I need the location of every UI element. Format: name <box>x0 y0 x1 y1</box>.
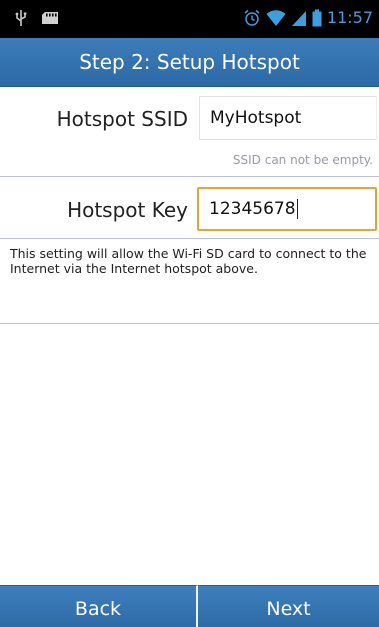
status-time: 11:57 <box>326 8 373 27</box>
usb-icon <box>14 9 28 27</box>
status-left-icons <box>14 9 60 27</box>
key-input-value: 12345678 <box>209 199 296 219</box>
divider <box>0 323 379 324</box>
next-button[interactable]: Next <box>198 585 379 627</box>
description-text: This setting will allow the Wi-Fi SD car… <box>10 246 367 276</box>
status-right-icons: 11:57 <box>243 8 373 28</box>
wifi-icon <box>266 9 286 27</box>
title-bar: Step 2: Setup Hotspot <box>0 38 379 87</box>
key-input[interactable]: 12345678 <box>197 187 377 231</box>
ssid-input[interactable]: MyHotspot <box>199 96 377 140</box>
battery-icon <box>312 9 322 27</box>
divider <box>0 176 379 177</box>
text-cursor <box>296 199 298 219</box>
back-button[interactable]: Back <box>0 585 198 627</box>
ssid-label: Hotspot SSID <box>56 107 188 131</box>
screen: 11:57 Step 2: Setup Hotspot Hotspot SSID… <box>0 0 379 627</box>
alarm-icon <box>243 9 261 27</box>
divider <box>0 238 379 239</box>
sd-card-icon <box>40 11 60 25</box>
key-label: Hotspot Key <box>67 198 188 222</box>
signal-icon <box>291 9 307 27</box>
status-bar: 11:57 <box>0 0 379 38</box>
bottom-button-bar: Back Next <box>0 585 379 627</box>
page-title: Step 2: Setup Hotspot <box>79 50 300 74</box>
ssid-hint: SSID can not be empty. <box>232 153 373 167</box>
